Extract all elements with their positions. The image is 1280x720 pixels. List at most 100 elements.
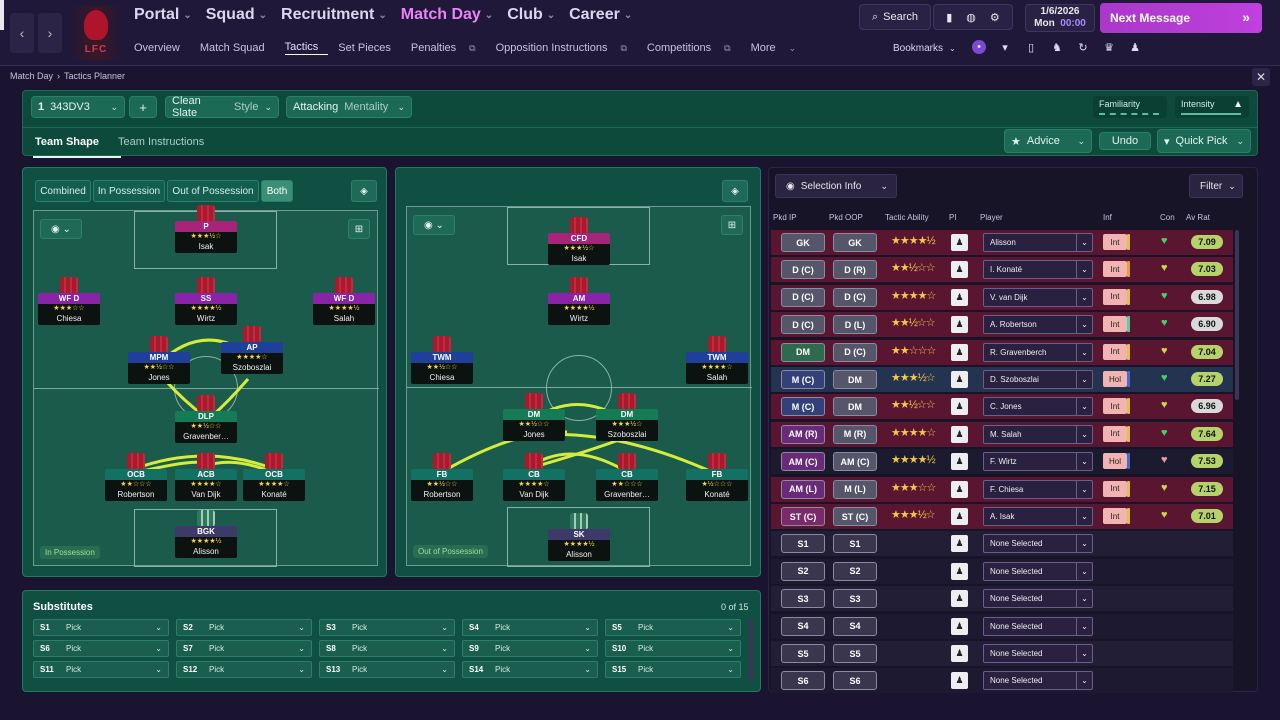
table-row-sub[interactable]: S3 S3 ♟ None Selected ⌄	[771, 586, 1233, 612]
substitute-slot-s13[interactable]: S13 Pick ⌄	[319, 661, 455, 678]
sub-oop-slot[interactable]: S2	[833, 561, 877, 581]
player-card[interactable]: P ★★★½☆ Isak	[175, 205, 237, 257]
player-instructions-icon[interactable]: ♟	[951, 453, 968, 471]
tab-team-instructions[interactable]: Team Instructions	[118, 136, 204, 148]
player-instructions-icon[interactable]: ♟	[951, 645, 968, 662]
sub-ip-slot[interactable]: S4	[781, 616, 825, 636]
player-instructions-icon[interactable]: ♟	[951, 590, 968, 608]
player-card[interactable]: BGK ★★★★½ Alisson	[175, 510, 237, 562]
sub-oop-slot[interactable]: S6	[833, 671, 877, 691]
pitch-settings-button[interactable]: ◈	[351, 180, 377, 202]
picked-ip-position[interactable]: ST (C)	[781, 507, 825, 526]
column-header[interactable]: Pkd IP	[773, 213, 797, 222]
substitute-slot-s12[interactable]: S12 Pick ⌄	[176, 661, 312, 678]
player-select[interactable]: R. Gravenberch ⌄	[983, 342, 1093, 362]
gear-icon[interactable]: ⚙	[990, 11, 1000, 24]
player-card[interactable]: WF D ★★★★½ Salah	[313, 277, 375, 329]
sub-oop-slot[interactable]: S5	[833, 644, 877, 663]
picked-ip-position[interactable]: DM	[781, 342, 825, 362]
player-card[interactable]: TWM ★★★★☆ Salah	[686, 336, 748, 388]
pitch-settings-button[interactable]: ◈	[722, 180, 748, 202]
familiarity-meter[interactable]: Familiarity	[1093, 96, 1167, 118]
player-instructions-icon[interactable]: ♟	[951, 562, 968, 580]
player-instructions-icon[interactable]: ♟	[951, 398, 968, 416]
substitute-slot-s8[interactable]: S8 Pick ⌄	[319, 640, 455, 657]
subnav-penalties[interactable]: Penalties ⧉	[411, 41, 486, 55]
player-card[interactable]: CB ★★★★☆ Van Dijk	[503, 453, 565, 505]
substitute-slot-s7[interactable]: S7 Pick ⌄	[176, 640, 312, 657]
subnav-overview[interactable]: Overview	[134, 41, 190, 55]
table-row[interactable]: D (C) D (R) ★★½☆☆ ♟ I. Konaté ⌄ Int ♥ 7.03	[771, 257, 1233, 283]
nav-item-squad[interactable]: Squad ⌄	[206, 6, 267, 24]
forward-button[interactable]: ›	[38, 13, 62, 53]
player-select[interactable]: None Selected ⌄	[983, 589, 1093, 609]
table-row-sub[interactable]: S2 S2 ♟ None Selected ⌄	[771, 558, 1233, 584]
player-instructions-icon[interactable]: ♟	[951, 371, 968, 388]
substitute-slot-s6[interactable]: S6 Pick ⌄	[33, 640, 169, 657]
player-instructions-icon[interactable]: ♟	[951, 672, 968, 690]
table-row-sub[interactable]: S4 S4 ♟ None Selected ⌄	[771, 613, 1233, 639]
nav-item-career[interactable]: Career ⌄	[569, 6, 632, 24]
tactic-slot-dropdown[interactable]: 1 343DV3 ⌄	[31, 96, 125, 118]
substitute-slot-s14[interactable]: S14 Pick ⌄	[462, 661, 598, 678]
sub-ip-slot[interactable]: S3	[781, 589, 825, 609]
undo-button[interactable]: Undo	[1099, 132, 1151, 150]
player-instructions-icon[interactable]: ♟	[951, 234, 968, 251]
player-card[interactable]: ACB ★★★★☆ Van Dijk	[175, 453, 237, 505]
nav-item-match-day[interactable]: Match Day ⌄	[401, 6, 493, 24]
substitute-slot-s11[interactable]: S11 Pick ⌄	[33, 661, 169, 678]
search-button[interactable]: ⌕ Search	[859, 4, 931, 30]
player-select[interactable]: None Selected ⌄	[983, 561, 1093, 581]
substitute-slot-s2[interactable]: S2 Pick ⌄	[176, 619, 312, 636]
player-card[interactable]: MPM ★★½☆☆ Jones	[128, 336, 190, 388]
column-header[interactable]: Tactic Ability	[885, 213, 929, 222]
view-both-button[interactable]: Both	[261, 180, 293, 202]
phone-icon[interactable]: ▯	[1024, 40, 1038, 54]
visibility-toggle[interactable]: ◉ ⌄	[413, 215, 455, 235]
view-combined-button[interactable]: Combined	[35, 180, 91, 202]
subnav-set-pieces[interactable]: Set Pieces	[338, 41, 401, 55]
sub-oop-slot[interactable]: S3	[833, 589, 877, 609]
player-select[interactable]: F. Wirtz ⌄	[983, 452, 1093, 472]
picked-ip-position[interactable]: M (C)	[781, 370, 825, 389]
add-tactic-button[interactable]: +	[129, 96, 157, 118]
picked-ip-position[interactable]: M (C)	[781, 397, 825, 417]
column-header[interactable]: Player	[980, 213, 1003, 222]
next-message-button[interactable]: Next Message »	[1100, 3, 1262, 33]
substitute-slot-s3[interactable]: S3 Pick ⌄	[319, 619, 455, 636]
picked-oop-position[interactable]: GK	[833, 233, 877, 252]
picked-oop-position[interactable]: M (R)	[833, 424, 877, 444]
subnav-tactics[interactable]: Tactics	[284, 41, 329, 55]
selection-scrollbar[interactable]	[1235, 230, 1239, 400]
mentality-dropdown[interactable]: Attacking Mentality ⌄	[286, 96, 412, 118]
player-instructions-icon[interactable]: ♟	[951, 480, 968, 498]
table-row-sub[interactable]: S1 S1 ♟ None Selected ⌄	[771, 531, 1233, 557]
refresh-icon[interactable]: ↻	[1076, 40, 1090, 54]
subnav-more[interactable]: More ⌄	[751, 41, 807, 55]
table-row[interactable]: M (C) DM ★★½☆☆ ♟ C. Jones ⌄ Int ♥ 6.96	[771, 394, 1233, 420]
player-instructions-icon[interactable]: ♟	[951, 425, 968, 443]
player-instructions-icon[interactable]: ♟	[951, 617, 968, 635]
substitute-slot-s1[interactable]: S1 Pick ⌄	[33, 619, 169, 636]
player-card[interactable]: SK ★★★★½ Alisson	[548, 513, 610, 565]
picked-ip-position[interactable]: AM (R)	[781, 424, 825, 444]
picked-oop-position[interactable]: DM	[833, 370, 877, 389]
intensity-meter[interactable]: Intensity ▲	[1175, 96, 1249, 118]
nav-item-club[interactable]: Club ⌄	[507, 6, 555, 24]
column-header[interactable]: Av Rat	[1186, 213, 1210, 222]
visibility-toggle[interactable]: ◉ ⌄	[40, 219, 82, 239]
player-select[interactable]: A. Robertson ⌄	[983, 315, 1093, 335]
picked-ip-position[interactable]: D (C)	[781, 315, 825, 335]
table-row[interactable]: GK GK ★★★★½ ♟ Alisson ⌄ Int ♥ 7.09	[771, 230, 1233, 255]
substitute-slot-s5[interactable]: S5 Pick ⌄	[605, 619, 741, 636]
sub-oop-slot[interactable]: S1	[833, 534, 877, 554]
player-card[interactable]: DM ★★★½☆ Szoboszlai	[596, 393, 658, 445]
sub-ip-slot[interactable]: S2	[781, 561, 825, 581]
player-select[interactable]: None Selected ⌄	[983, 534, 1093, 554]
shirt-icon[interactable]: ▾	[998, 40, 1012, 54]
player-select[interactable]: I. Konaté ⌄	[983, 260, 1093, 280]
table-row[interactable]: AM (C) AM (C) ★★★★½ ♟ F. Wirtz ⌄ Hol ♥ 7.53	[771, 449, 1233, 475]
formation-grid-button[interactable]: ⊞	[348, 219, 370, 239]
sub-ip-slot[interactable]: S1	[781, 534, 825, 554]
player-card[interactable]: DLP ★★½☆☆ Gravenber…	[175, 395, 237, 447]
